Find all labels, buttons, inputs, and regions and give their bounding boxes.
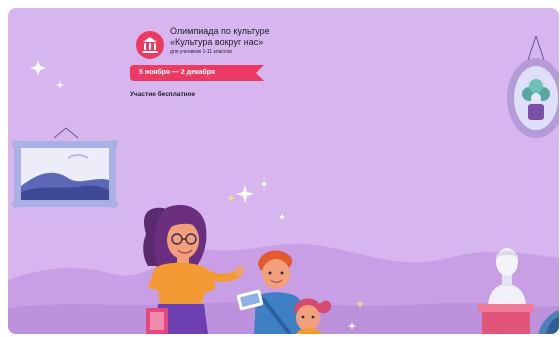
- wall-painting: [12, 127, 118, 208]
- olympiad-title: Олимпиада по культуре: [170, 26, 270, 36]
- free-participation-note: Участие бесплатное: [130, 91, 196, 98]
- illustration-scene: [8, 35, 559, 334]
- dates-label: 5 ноября — 2 декабря: [139, 69, 215, 76]
- oval-painting: [507, 35, 559, 138]
- audience-subtitle: для учеников 1-11 классов: [170, 49, 232, 55]
- museum-building-icon: [136, 31, 164, 59]
- promo-banner[interactable]: Олимпиада по культуре «Культура вокруг н…: [8, 8, 559, 334]
- olympiad-name: «Культура вокруг нас»: [170, 37, 264, 47]
